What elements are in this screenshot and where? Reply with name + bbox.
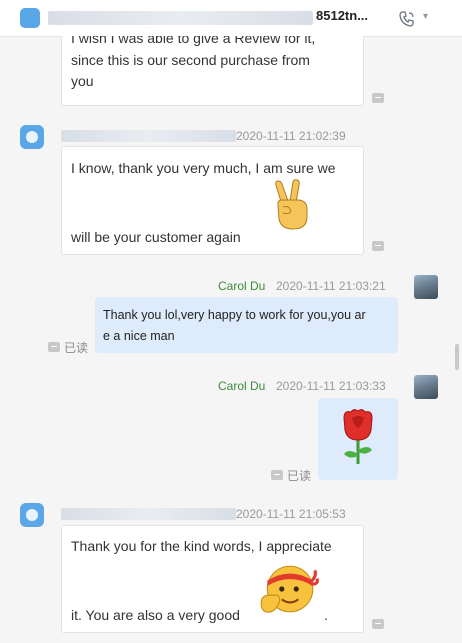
sender-name: Carol Du — [218, 279, 266, 293]
message-line: I wish I was able to give a Review for i… — [71, 36, 316, 46]
message-line: you — [71, 73, 94, 89]
self-avatar[interactable] — [414, 375, 438, 399]
contact-name-redacted — [48, 11, 313, 25]
contact-avatar[interactable] — [20, 8, 40, 28]
message-line: since this is our second purchase from — [71, 52, 310, 68]
read-status-icon — [271, 470, 283, 480]
sender-name-redacted — [61, 130, 236, 142]
outgoing-message-1: Thank you lol,very happy to work for you… — [95, 297, 398, 353]
message-line: it. You are also a very good — [71, 607, 240, 623]
incoming-message-1: I wish I was able to give a Review for i… — [61, 36, 364, 106]
sender-name: Carol Du — [218, 379, 266, 393]
sender-avatar[interactable] — [20, 503, 44, 527]
read-status: 已读 — [287, 469, 312, 483]
determined-face-icon — [260, 565, 319, 613]
incoming-message-3: Thank you for the kind words, I apprecia… — [61, 525, 364, 633]
sender-name-redacted — [61, 508, 236, 520]
message-line: will be your customer again — [71, 229, 241, 245]
message-line: e a nice man — [103, 329, 175, 343]
message-menu-icon[interactable] — [372, 93, 384, 103]
scrollbar-thumb[interactable] — [455, 344, 459, 370]
read-status-icon — [48, 342, 60, 352]
message-line: Thank you lol,very happy to work for you… — [103, 308, 366, 322]
message-feed[interactable]: I wish I was able to give a Review for i… — [0, 36, 462, 643]
self-avatar[interactable] — [414, 275, 438, 299]
message-timestamp: 2020-11-11 21:02:39 — [236, 129, 346, 143]
message-timestamp: 2020-11-11 21:05:53 — [236, 507, 346, 521]
message-line: I know, thank you very much, I am sure w… — [71, 160, 336, 176]
read-status: 已读 — [64, 341, 89, 355]
incoming-message-2: I know, thank you very much, I am sure w… — [61, 146, 364, 255]
phone-icon[interactable] — [398, 10, 416, 28]
message-line: . — [324, 607, 328, 623]
contact-name-suffix[interactable]: 8512tn... — [316, 8, 368, 23]
message-line: Thank you for the kind words, I apprecia… — [71, 538, 332, 554]
message-timestamp: 2020-11-11 21:03:21 — [276, 279, 386, 293]
message-timestamp: 2020-11-11 21:03:33 — [276, 379, 386, 393]
rose-icon — [343, 409, 373, 464]
message-menu-icon[interactable] — [372, 241, 384, 251]
message-menu-icon[interactable] — [372, 619, 384, 629]
outgoing-sticker-message — [318, 398, 398, 480]
victory-hand-icon — [275, 179, 308, 230]
sender-avatar[interactable] — [20, 125, 44, 149]
chevron-down-icon[interactable]: ▾ — [423, 11, 428, 22]
chat-header: 8512tn... ▾ — [0, 0, 462, 37]
